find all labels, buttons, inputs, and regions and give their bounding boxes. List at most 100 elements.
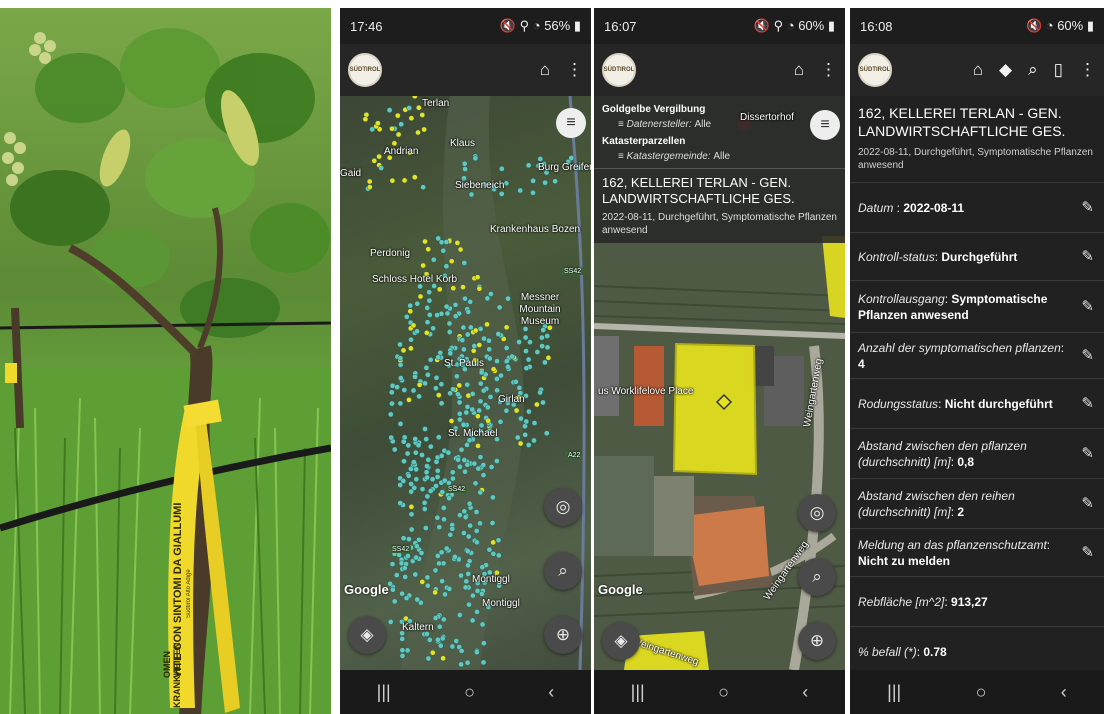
map-point[interactable]	[445, 449, 452, 456]
home-icon[interactable]: ⌂	[794, 60, 804, 80]
map-point[interactable]	[464, 548, 471, 555]
map-point[interactable]	[475, 413, 481, 420]
map-point[interactable]	[522, 431, 529, 438]
map-point[interactable]	[433, 385, 439, 392]
map-point[interactable]	[488, 464, 495, 470]
map-point[interactable]	[434, 467, 441, 474]
map-point[interactable]	[462, 295, 468, 302]
map-point[interactable]	[477, 520, 483, 527]
map-point[interactable]	[414, 543, 420, 550]
map-point[interactable]	[390, 586, 396, 593]
map-point[interactable]	[498, 372, 504, 379]
home-icon[interactable]: ⌂	[540, 60, 550, 80]
map-point[interactable]	[470, 592, 476, 599]
map-point[interactable]	[366, 184, 373, 190]
map-point[interactable]	[539, 334, 545, 341]
map-icon[interactable]: ▯	[1054, 60, 1063, 80]
map-point[interactable]	[479, 621, 486, 628]
map-point[interactable]	[411, 174, 418, 181]
map-point[interactable]	[415, 104, 422, 111]
recents-icon[interactable]: |||	[887, 682, 901, 703]
map-point[interactable]	[426, 289, 433, 295]
map-point[interactable]	[462, 584, 469, 591]
map-point[interactable]	[411, 459, 417, 465]
map-view[interactable]: Terlan Andrian Klaus Burg Greifen Gaid S…	[340, 96, 591, 670]
map-point[interactable]	[400, 347, 407, 354]
map-point[interactable]	[406, 536, 412, 542]
map-point[interactable]	[408, 503, 415, 510]
map-point[interactable]	[460, 324, 467, 331]
map-point[interactable]	[526, 408, 532, 415]
map-point[interactable]	[448, 418, 455, 424]
app-logo[interactable]: SÜDTIROL	[858, 53, 892, 87]
map-point[interactable]	[463, 409, 470, 416]
map-point[interactable]	[414, 300, 421, 307]
map-point[interactable]	[423, 436, 430, 442]
map-point[interactable]	[417, 293, 424, 300]
map-point[interactable]	[412, 449, 419, 456]
map-point[interactable]	[545, 354, 552, 361]
map-point[interactable]	[468, 191, 475, 198]
map-point[interactable]	[436, 560, 442, 567]
map-point[interactable]	[387, 619, 394, 625]
edit-pencil-icon[interactable]: ✎	[1081, 347, 1094, 364]
map-point[interactable]	[488, 291, 494, 297]
map-point[interactable]	[439, 578, 445, 584]
map-point[interactable]	[438, 381, 445, 388]
map-point[interactable]	[540, 399, 546, 406]
map-point[interactable]	[405, 442, 412, 449]
map-point[interactable]	[401, 387, 408, 393]
map-point[interactable]	[481, 640, 487, 647]
map-point[interactable]	[485, 404, 491, 411]
map-point[interactable]	[397, 500, 404, 506]
map-point[interactable]	[399, 647, 406, 654]
map-point[interactable]	[477, 326, 484, 332]
map-point[interactable]	[477, 489, 484, 496]
map-point[interactable]	[423, 469, 430, 476]
map-point[interactable]	[460, 284, 466, 290]
map-point[interactable]	[408, 336, 414, 343]
map-point[interactable]	[406, 105, 413, 111]
map-point[interactable]	[440, 655, 446, 662]
map-point[interactable]	[366, 178, 373, 185]
map-point[interactable]	[419, 452, 425, 458]
map-point[interactable]	[517, 187, 524, 194]
map-point[interactable]	[464, 461, 471, 468]
map-point[interactable]	[408, 115, 415, 122]
map-point[interactable]	[435, 235, 442, 242]
map-point[interactable]	[467, 522, 473, 529]
map-point[interactable]	[527, 339, 533, 345]
map-point[interactable]	[458, 661, 464, 668]
map-point[interactable]	[376, 153, 382, 160]
map-point[interactable]	[426, 297, 433, 304]
map-point[interactable]	[437, 642, 444, 649]
directions-icon[interactable]: ◆	[999, 60, 1012, 80]
map-point[interactable]	[411, 96, 418, 100]
map-point[interactable]	[509, 353, 516, 360]
map-point[interactable]	[456, 399, 463, 406]
map-point[interactable]	[489, 520, 496, 526]
filter-button[interactable]: ≡	[556, 108, 586, 138]
map-point[interactable]	[434, 312, 440, 318]
map-point[interactable]	[504, 358, 510, 364]
map-point[interactable]	[475, 443, 481, 449]
map-point[interactable]	[461, 457, 468, 463]
map-point[interactable]	[494, 358, 500, 364]
map-point[interactable]	[419, 486, 426, 492]
map-point[interactable]	[450, 475, 456, 482]
map-point[interactable]	[436, 623, 443, 630]
map-point[interactable]	[422, 380, 428, 387]
map-point[interactable]	[474, 609, 480, 615]
map-point[interactable]	[472, 155, 479, 162]
more-menu-icon[interactable]: ⋮	[820, 60, 837, 80]
map-point[interactable]	[421, 500, 428, 506]
map-point[interactable]	[401, 565, 408, 571]
map-point[interactable]	[516, 339, 522, 345]
map-point[interactable]	[395, 131, 402, 138]
map-point[interactable]	[446, 329, 453, 335]
edit-pencil-icon[interactable]: ✎	[1081, 445, 1094, 462]
map-point[interactable]	[438, 452, 445, 459]
map-point[interactable]	[430, 256, 437, 263]
map-point[interactable]	[449, 643, 456, 650]
map-point[interactable]	[486, 546, 493, 553]
